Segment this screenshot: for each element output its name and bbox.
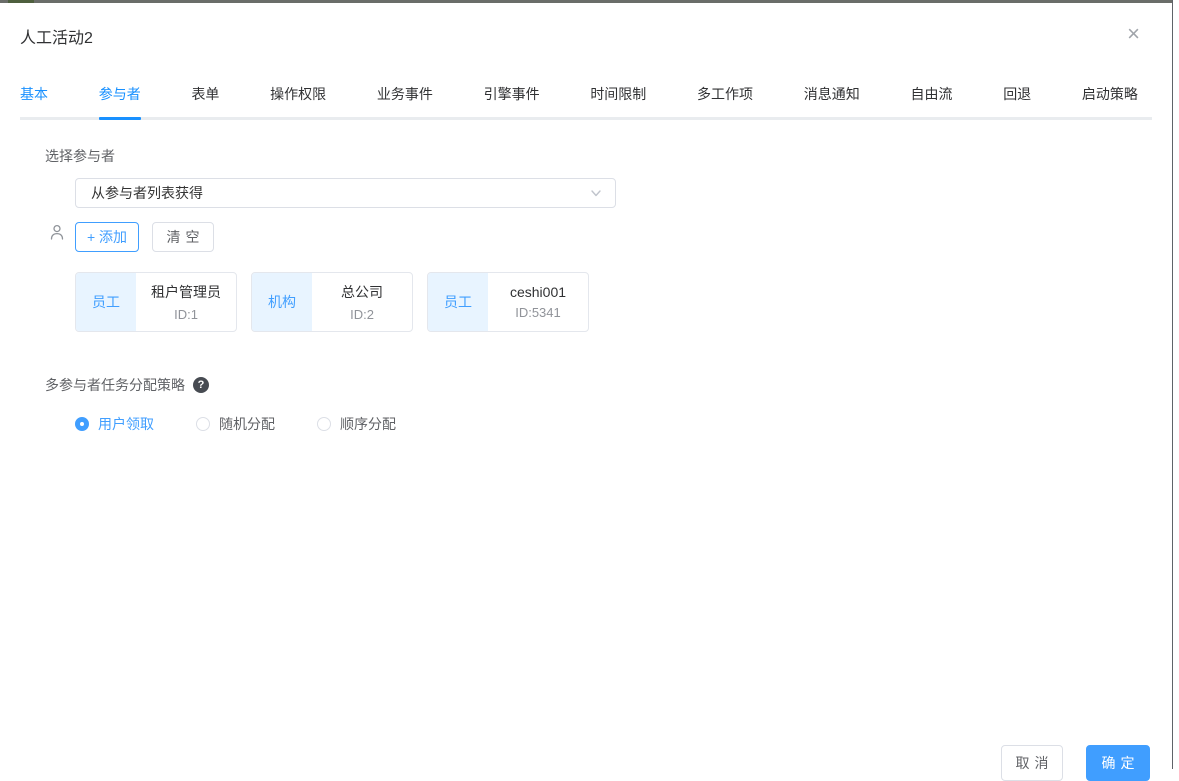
participant-name: 总公司 — [341, 282, 383, 302]
participant-card[interactable]: 员工 租户管理员 ID:1 — [75, 272, 237, 332]
radio-user-claim[interactable]: 用户领取 — [75, 414, 154, 434]
radio-sequential-assign[interactable]: 顺序分配 — [317, 414, 396, 434]
tab-business-events[interactable]: 业务事件 — [377, 84, 433, 117]
radio-label: 用户领取 — [98, 414, 154, 434]
radio-dot-icon — [317, 417, 331, 431]
page-right-border — [1172, 0, 1173, 769]
clear-participants-button[interactable]: 清空 — [152, 222, 214, 252]
strategy-label: 多参与者任务分配策略 — [45, 375, 185, 395]
help-icon[interactable]: ? — [193, 377, 209, 393]
tab-engine-events[interactable]: 引擎事件 — [484, 84, 540, 117]
tab-panel-participants: 选择参与者 从参与者列表获得 + 添加 清空 员工 租户管理员 ID:1 — [0, 120, 1172, 434]
participant-card[interactable]: 员工 ceshi001 ID:5341 — [427, 272, 589, 332]
participant-name: ceshi001 — [510, 284, 566, 300]
add-participant-button[interactable]: + 添加 — [75, 222, 139, 252]
confirm-button[interactable]: 确定 — [1086, 745, 1150, 781]
activity-config-dialog: 人工活动2 × 基本 参与者 表单 操作权限 业务事件 引擎事件 时间限制 多工… — [0, 3, 1172, 769]
dialog-header: 人工活动2 — [0, 3, 1172, 48]
tab-free-flow[interactable]: 自由流 — [910, 84, 952, 117]
participant-id: ID:1 — [174, 307, 198, 322]
participant-type-badge: 员工 — [428, 273, 488, 331]
participant-type-badge: 员工 — [76, 273, 136, 331]
chevron-down-icon — [589, 186, 603, 200]
cancel-button[interactable]: 取消 — [1001, 745, 1063, 781]
participant-type-badge: 机构 — [252, 273, 312, 331]
tab-operation-permissions[interactable]: 操作权限 — [270, 84, 326, 117]
participant-card-list: 员工 租户管理员 ID:1 机构 总公司 ID:2 员工 ceshi001 ID… — [75, 272, 1127, 332]
radio-random-assign[interactable]: 随机分配 — [196, 414, 275, 434]
participant-id: ID:5341 — [515, 305, 561, 320]
participant-card-body: ceshi001 ID:5341 — [488, 273, 588, 331]
tab-rollback[interactable]: 回退 — [1003, 84, 1031, 117]
participant-card-body: 总公司 ID:2 — [312, 273, 412, 331]
person-icon — [49, 224, 65, 241]
participant-card-body: 租户管理员 ID:1 — [136, 273, 236, 331]
tab-basic[interactable]: 基本 — [20, 84, 48, 117]
strategy-label-row: 多参与者任务分配策略 ? — [45, 375, 1127, 395]
radio-label: 顺序分配 — [340, 414, 396, 434]
radio-dot-icon — [75, 417, 89, 431]
participant-card[interactable]: 机构 总公司 ID:2 — [251, 272, 413, 332]
participant-source-value: 从参与者列表获得 — [91, 183, 203, 203]
dialog-footer: 取消 确定 — [1001, 745, 1150, 781]
participant-toolbar: + 添加 清空 — [75, 222, 1127, 252]
close-icon[interactable]: × — [1127, 23, 1140, 45]
tab-multi-workitem[interactable]: 多工作项 — [697, 84, 753, 117]
participant-source-select[interactable]: 从参与者列表获得 — [75, 178, 616, 208]
participant-name: 租户管理员 — [151, 282, 221, 302]
radio-label: 随机分配 — [219, 414, 275, 434]
tab-start-strategy[interactable]: 启动策略 — [1082, 84, 1138, 117]
select-participant-label: 选择参与者 — [45, 146, 1127, 166]
dialog-title: 人工活动2 — [20, 24, 1152, 48]
participant-id: ID:2 — [350, 307, 374, 322]
tab-time-limit[interactable]: 时间限制 — [590, 84, 646, 117]
tab-participants[interactable]: 参与者 — [99, 84, 141, 117]
strategy-radio-group: 用户领取 随机分配 顺序分配 — [75, 414, 1127, 434]
tab-bar: 基本 参与者 表单 操作权限 业务事件 引擎事件 时间限制 多工作项 消息通知 … — [20, 84, 1152, 120]
tab-form[interactable]: 表单 — [191, 84, 219, 117]
tab-message-notification[interactable]: 消息通知 — [804, 84, 860, 117]
radio-dot-icon — [196, 417, 210, 431]
